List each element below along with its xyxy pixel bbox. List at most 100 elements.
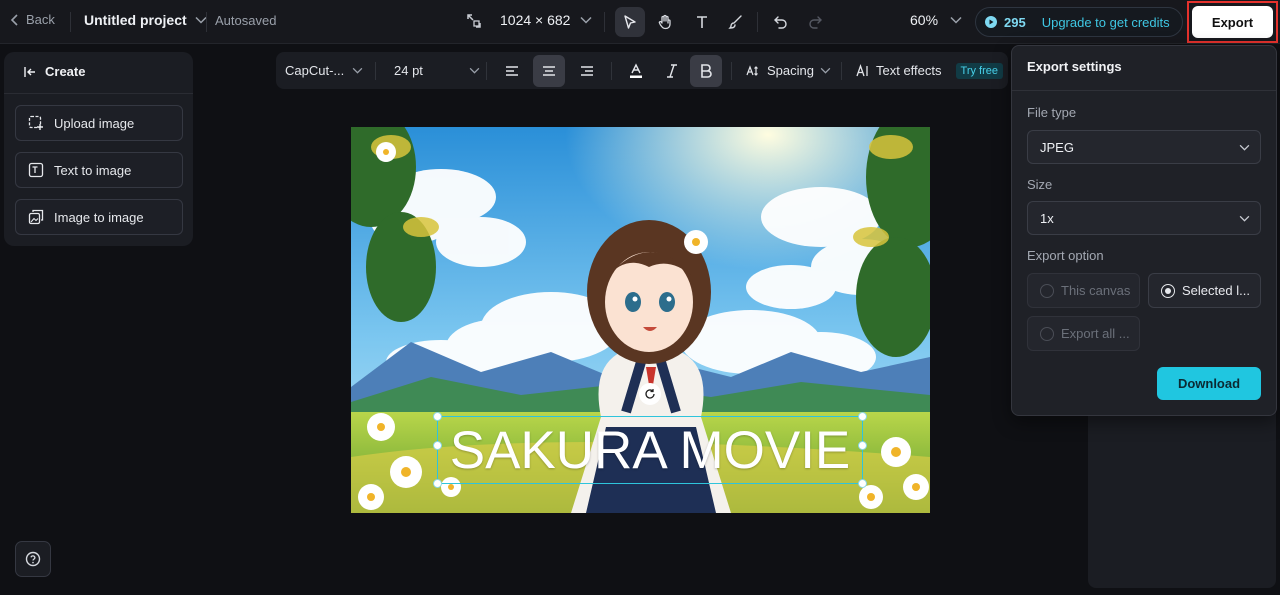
radio-icon [1040, 326, 1054, 341]
hand-tool[interactable] [650, 7, 680, 37]
chevron-down-icon [950, 16, 962, 24]
text-to-image-icon [28, 162, 44, 178]
undo-button[interactable] [766, 7, 796, 37]
option-this-canvas[interactable]: This canvas [1027, 273, 1140, 308]
help-button[interactable] [15, 541, 51, 577]
file-type-value: JPEG [1040, 139, 1074, 155]
credits-count: 295 [1004, 14, 1026, 30]
text-tool[interactable] [687, 7, 717, 37]
resize-icon[interactable] [466, 13, 482, 29]
image-to-image-button[interactable]: Image to image [15, 199, 183, 235]
create-header[interactable]: Create [24, 64, 85, 79]
redo-button[interactable] [800, 7, 830, 37]
chevron-down-icon [1239, 144, 1250, 151]
divider [206, 12, 207, 32]
radio-icon [1040, 283, 1054, 298]
select-tool[interactable] [615, 7, 645, 37]
size-select[interactable]: 1x [1027, 201, 1261, 235]
text-to-image-button[interactable]: Text to image [15, 152, 183, 188]
divider [604, 12, 605, 32]
bold-button[interactable] [690, 55, 722, 87]
divider [611, 62, 612, 80]
upload-image-label: Upload image [54, 115, 135, 131]
export-button[interactable]: Export [1192, 6, 1273, 38]
export-settings-title: Export settings [1027, 59, 1122, 74]
chevron-down-icon [195, 16, 207, 24]
divider [4, 93, 193, 94]
redo-icon [807, 14, 823, 30]
align-center-button[interactable] [533, 55, 565, 87]
text-effects-label: Text effects [876, 63, 942, 78]
chevron-down-icon [352, 67, 363, 74]
canvas-artboard[interactable]: SAKURA MOVIE [351, 127, 930, 513]
canvas-size: 1024 × 682 [500, 12, 571, 28]
export-button-highlight: Export [1187, 1, 1278, 43]
size-label: Size [1027, 177, 1053, 192]
upgrade-link[interactable]: Upgrade to get credits [1042, 15, 1170, 30]
divider [486, 62, 487, 80]
autosave-status: Autosaved [215, 13, 277, 28]
export-option-label: Export option [1027, 248, 1104, 263]
divider [841, 62, 842, 80]
size-value: 1x [1040, 210, 1054, 226]
radio-selected-icon [1161, 283, 1175, 298]
upload-image-button[interactable]: Upload image [15, 105, 183, 141]
spacing-menu[interactable]: Spacing [745, 52, 831, 89]
file-type-label: File type [1027, 105, 1077, 120]
align-right-icon [580, 65, 594, 77]
italic-button[interactable] [656, 55, 688, 87]
divider [731, 62, 732, 80]
text-color-button[interactable] [620, 55, 652, 87]
credit-icon [984, 15, 998, 29]
option-label: Selected l... [1182, 283, 1250, 298]
text-effects-button[interactable]: Text effects Try free [856, 52, 1004, 89]
divider [375, 62, 376, 80]
create-label: Create [45, 64, 86, 79]
option-export-all[interactable]: Export all ... [1027, 316, 1140, 351]
option-label: Export all ... [1061, 326, 1130, 341]
rotate-icon [644, 388, 656, 400]
help-icon [25, 551, 41, 567]
rotate-handle[interactable] [639, 383, 661, 405]
back-button[interactable]: Back [10, 12, 55, 27]
spacing-label: Spacing [767, 63, 814, 78]
zoom-menu[interactable]: 60% [910, 12, 962, 28]
chevron-down-icon [580, 16, 592, 24]
download-button[interactable]: Download [1157, 367, 1261, 400]
option-selected-layers[interactable]: Selected l... [1148, 273, 1261, 308]
collapse-icon [24, 66, 37, 78]
credits-pill[interactable]: 295 Upgrade to get credits [975, 7, 1183, 37]
try-free-badge: Try free [955, 62, 1004, 79]
canvas-size-menu[interactable]: 1024 × 682 [500, 12, 592, 28]
font-size-value: 24 pt [394, 63, 423, 78]
file-type-select[interactable]: JPEG [1027, 130, 1261, 164]
cursor-icon [622, 14, 638, 30]
export-settings-popover: Export settings File type JPEG Size 1x E… [1011, 45, 1277, 416]
text-icon [694, 14, 710, 30]
option-label: This canvas [1061, 283, 1131, 298]
align-left-button[interactable] [496, 55, 528, 87]
bold-icon [700, 64, 712, 78]
canvas-text-layer[interactable]: SAKURA MOVIE [437, 416, 863, 484]
font-family-select[interactable]: CapCut-... [285, 52, 363, 89]
back-label: Back [26, 12, 55, 27]
create-panel: Create Upload image Text to image Image … [4, 52, 193, 246]
project-name: Untitled project [84, 12, 187, 28]
text-effects-icon [856, 63, 870, 78]
brush-icon [728, 14, 744, 30]
align-right-button[interactable] [571, 55, 603, 87]
divider [1012, 90, 1276, 91]
font-family-value: CapCut-... [285, 63, 345, 78]
chevron-down-icon [469, 67, 480, 74]
brush-tool[interactable] [721, 7, 751, 37]
divider [757, 12, 758, 32]
upload-image-icon [28, 115, 44, 131]
align-left-icon [505, 65, 519, 77]
chevron-left-icon [10, 13, 20, 26]
text-toolbar: CapCut-... 24 pt Spacing Text effects Tr… [276, 52, 1008, 89]
image-to-image-icon [28, 209, 44, 225]
font-size-select[interactable]: 24 pt [394, 52, 480, 89]
image-to-image-label: Image to image [54, 209, 144, 225]
project-name-menu[interactable]: Untitled project [84, 12, 207, 28]
chevron-down-icon [1239, 215, 1250, 222]
